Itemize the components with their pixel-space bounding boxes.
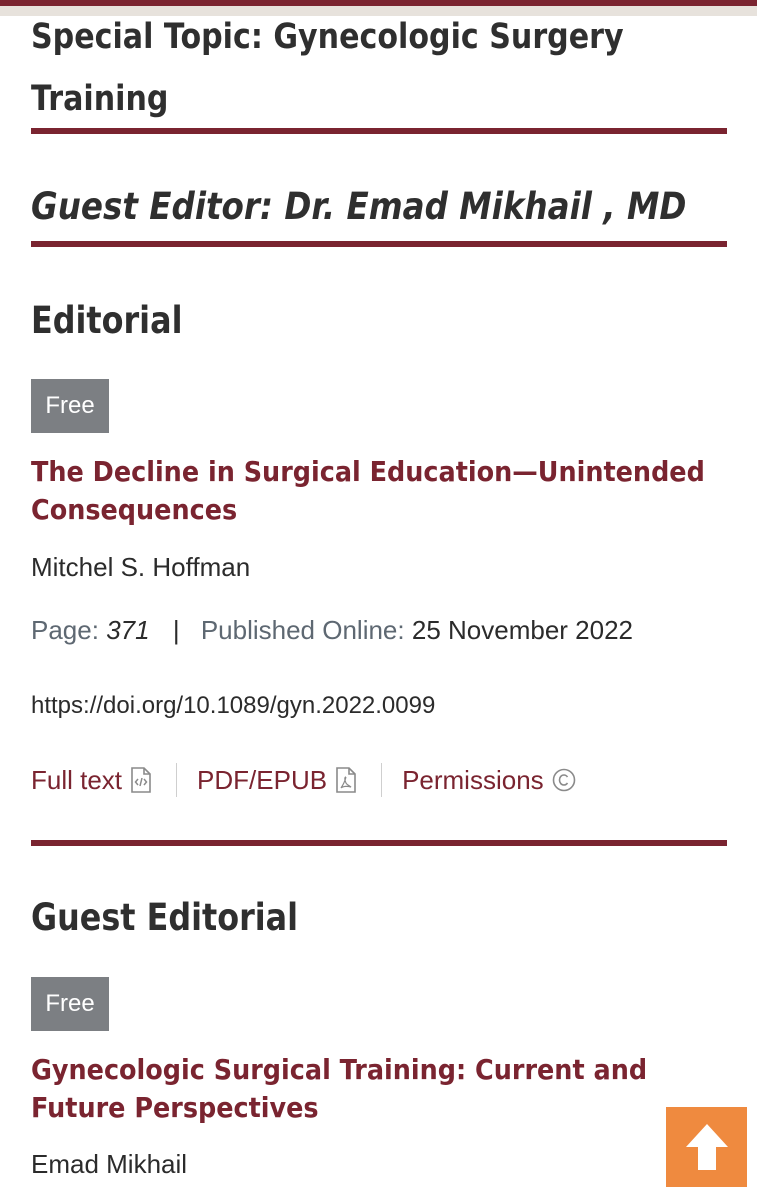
section-rule (31, 128, 727, 134)
section-rule (31, 241, 727, 247)
section-heading-editorial: Editorial (31, 299, 183, 342)
full-text-label: Full text (31, 764, 123, 795)
pdf-document-icon (336, 767, 356, 793)
link-divider (176, 763, 178, 797)
special-topic-title-line2: Training (31, 79, 169, 119)
article-doi-link[interactable]: https://doi.org/10.1089/gyn.2022.0099 (31, 690, 435, 722)
article-author: Emad Mikhail (31, 1149, 188, 1179)
published-label: Published Online: (200, 615, 405, 645)
guest-editor-heading: Guest Editor: Dr. Emad Mikhail , MD (31, 185, 687, 228)
special-topic-title: Special Topic: Gynecologic Surgery Train… (31, 6, 630, 130)
article-title-link[interactable]: The Decline in Surgical Education—Uninte… (31, 453, 705, 529)
article-title-line2: Consequences (31, 493, 238, 526)
article-links: Full text PDF/EPUB Permissions (31, 760, 576, 800)
article-title-line1: The Decline in Surgical Education—Uninte… (31, 455, 705, 488)
free-badge: Free (31, 977, 109, 1031)
meta-separator: | (172, 615, 180, 645)
section-heading-guest-editorial: Guest Editorial (31, 896, 299, 939)
permissions-link[interactable]: Permissions (402, 765, 576, 796)
published-value: 25 November 2022 (411, 615, 633, 645)
link-divider (381, 763, 383, 797)
article-title-line1: Gynecologic Surgical Training: Current a… (31, 1053, 648, 1086)
pdf-epub-link[interactable]: PDF/EPUB (197, 765, 357, 796)
code-document-icon (131, 767, 151, 793)
arrow-up-icon (685, 1124, 728, 1170)
permissions-label: Permissions (402, 764, 544, 795)
page-label: Page: (31, 615, 99, 645)
page-value: 371 (106, 615, 150, 645)
pdf-epub-label: PDF/EPUB (197, 764, 328, 795)
article-author: Mitchel S. Hoffman (31, 552, 251, 582)
special-topic-title-line1: Special Topic: Gynecologic Surgery (31, 17, 624, 57)
article-title-line2: Future Perspectives (31, 1091, 319, 1124)
full-text-link[interactable]: Full text (31, 765, 152, 796)
article-meta: Page: 371 | Published Online: 25 Novembe… (31, 613, 633, 647)
free-badge: Free (31, 379, 109, 433)
copyright-icon (552, 768, 575, 792)
scroll-to-top-button[interactable] (666, 1107, 747, 1187)
section-rule (31, 840, 727, 846)
article-title-link[interactable]: Gynecologic Surgical Training: Current a… (31, 1051, 664, 1127)
